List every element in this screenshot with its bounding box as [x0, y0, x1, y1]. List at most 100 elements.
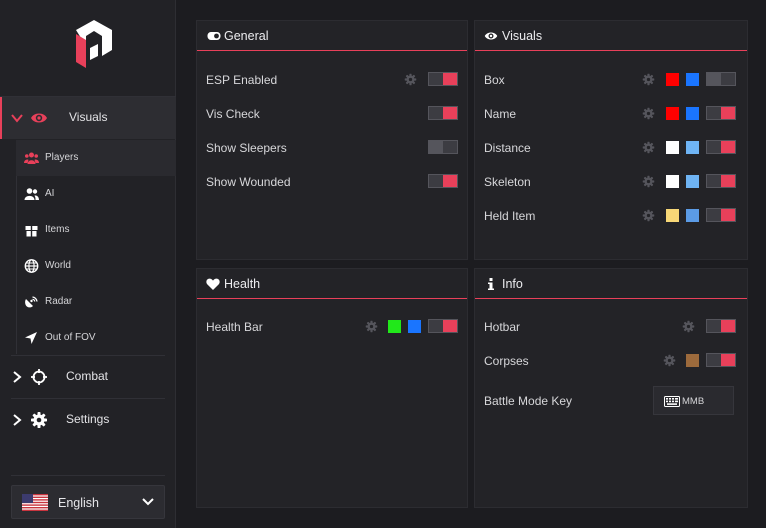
toggle-on-icon [207, 32, 221, 40]
panel-title: General [224, 29, 269, 43]
panel-title: Health [224, 277, 261, 291]
sub-item-world[interactable]: World [16, 248, 176, 284]
setting-label: Vis Check [206, 107, 260, 121]
color-swatch-secondary[interactable] [408, 320, 421, 333]
sidebar: Visuals Players AI Items World Radar Out… [0, 0, 176, 528]
setting-label: Hotbar [484, 320, 521, 334]
panel-header: Visuals [475, 21, 747, 51]
keybind-button[interactable]: MMB [653, 386, 734, 415]
sub-item-label: Radar [45, 296, 73, 307]
nav-visuals[interactable]: Visuals [0, 97, 176, 139]
color-swatch-primary[interactable] [666, 209, 679, 222]
toggle-switch[interactable] [706, 174, 736, 188]
crosshair-icon [31, 369, 47, 385]
toggle-switch[interactable] [706, 72, 736, 86]
gear-icon[interactable] [365, 320, 378, 333]
setting-label: Battle Mode Key [484, 394, 573, 408]
divider [11, 475, 165, 476]
setting-label: Show Sleepers [206, 141, 287, 155]
nav-settings[interactable]: Settings [0, 399, 176, 441]
setting-label: Distance [484, 141, 531, 155]
color-swatch-primary[interactable] [666, 141, 679, 154]
toggle-switch[interactable] [706, 106, 736, 120]
sub-item-label: World [45, 260, 71, 271]
eye-icon [484, 32, 498, 40]
color-swatch-secondary[interactable] [686, 73, 699, 86]
setting-label: Corpses [484, 354, 529, 368]
panel-general: General ESP Enabled Vis Check Show Sleep… [196, 20, 468, 260]
gear-icon[interactable] [642, 175, 655, 188]
toggle-switch[interactable] [428, 106, 458, 120]
app-window: Visuals Players AI Items World Radar Out… [0, 0, 766, 528]
sub-item-out-of-fov[interactable]: Out of FOV [16, 320, 176, 356]
color-swatch-secondary[interactable] [686, 107, 699, 120]
sub-item-ai[interactable]: AI [16, 176, 176, 212]
toggle-switch[interactable] [428, 140, 458, 154]
nav-visuals-label: Visuals [69, 110, 108, 124]
panel-title: Info [502, 277, 523, 291]
keyboard-icon [664, 396, 680, 407]
chevron-right-icon [13, 414, 22, 426]
color-swatch-secondary[interactable] [686, 141, 699, 154]
color-swatch-primary[interactable] [686, 354, 699, 367]
color-swatch-primary[interactable] [388, 320, 401, 333]
gear-icon[interactable] [682, 320, 695, 333]
toggle-switch[interactable] [428, 319, 458, 333]
language-select[interactable]: English [11, 485, 165, 519]
gear-icon[interactable] [642, 107, 655, 120]
toggle-switch[interactable] [706, 140, 736, 154]
panel-header: General [197, 21, 467, 51]
info-icon [488, 278, 494, 290]
toggle-switch[interactable] [706, 208, 736, 222]
sub-item-players[interactable]: Players [16, 140, 176, 176]
setting-name: Name [475, 102, 747, 126]
gear-icon[interactable] [663, 354, 676, 367]
gear-icon[interactable] [642, 209, 655, 222]
toggle-switch[interactable] [706, 353, 736, 367]
setting-held-item: Held Item [475, 204, 747, 228]
eye-icon [31, 113, 47, 123]
color-swatch-primary[interactable] [666, 107, 679, 120]
toggle-switch[interactable] [428, 72, 458, 86]
gear-icon[interactable] [404, 73, 417, 86]
sub-item-radar[interactable]: Radar [16, 284, 176, 320]
sub-item-label: Out of FOV [45, 332, 96, 343]
color-swatch-secondary[interactable] [686, 175, 699, 188]
globe-icon [24, 259, 39, 273]
setting-health-bar: Health Bar [197, 315, 467, 339]
chevron-right-icon [13, 371, 22, 383]
setting-label: Skeleton [484, 175, 531, 189]
logo-icon [76, 20, 112, 68]
gift-box-icon [25, 226, 38, 237]
toggle-switch[interactable] [428, 174, 458, 188]
setting-label: Name [484, 107, 517, 121]
color-swatch-primary[interactable] [666, 175, 679, 188]
users-icon [24, 152, 39, 164]
panel-visuals: Visuals Box Name Distance Skeleton Held … [474, 20, 748, 260]
setting-label: Show Wounded [206, 175, 291, 189]
chevron-down-icon [11, 114, 23, 123]
sub-item-items[interactable]: Items [16, 212, 176, 248]
gear-icon[interactable] [642, 141, 655, 154]
panel-header: Health [197, 269, 467, 299]
sub-item-label: Players [45, 152, 79, 163]
chevron-down-icon [142, 498, 154, 506]
language-label: English [58, 496, 99, 510]
color-swatch-secondary[interactable] [686, 209, 699, 222]
user-group-icon [24, 188, 39, 200]
nav-combat[interactable]: Combat [0, 356, 176, 398]
panel-header: Info [475, 269, 747, 299]
sub-item-label: Items [45, 224, 70, 235]
setting-label: Health Bar [206, 320, 263, 334]
location-arrow-icon [25, 332, 37, 344]
setting-skeleton: Skeleton [475, 170, 747, 194]
setting-distance: Distance [475, 136, 747, 160]
setting-label: Held Item [484, 209, 536, 223]
gear-icon [31, 412, 47, 428]
gear-icon[interactable] [642, 73, 655, 86]
setting-corpses: Corpses [475, 349, 747, 373]
color-swatch-primary[interactable] [666, 73, 679, 86]
sub-item-label: AI [45, 188, 55, 199]
setting-box: Box [475, 68, 747, 92]
toggle-switch[interactable] [706, 319, 736, 333]
